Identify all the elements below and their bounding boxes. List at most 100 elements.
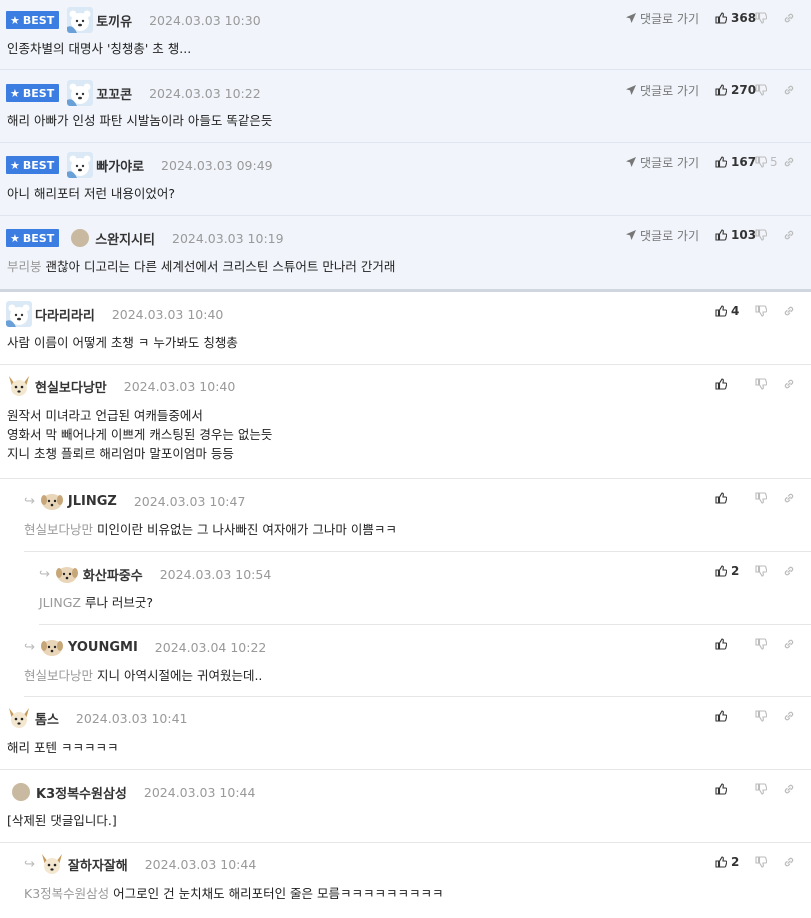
goto-comment-button[interactable]: 댓글로 가기: [625, 227, 699, 244]
copy-link-button[interactable]: [783, 12, 799, 24]
upvote-button[interactable]: 368: [715, 11, 756, 25]
downvote-button[interactable]: [755, 305, 783, 317]
upvote-button[interactable]: [715, 378, 755, 390]
comment-actions: 댓글로 가기 270: [625, 80, 799, 100]
avatar[interactable]: [38, 851, 65, 877]
author-nick[interactable]: 톰스: [35, 709, 59, 728]
avatar[interactable]: [6, 373, 32, 399]
downvote-button[interactable]: [755, 378, 783, 390]
thumbs-down-icon: [755, 492, 767, 504]
author-nick[interactable]: 화산파중수: [83, 565, 143, 584]
link-icon: [783, 156, 795, 168]
copy-link-button[interactable]: [783, 492, 799, 504]
comment-meta: ★ BEST 빠가야로 2024.03.03 09:49: [6, 152, 273, 178]
copy-link-button[interactable]: [783, 710, 799, 722]
comment-meta: 톰스 2024.03.03 10:41: [6, 705, 188, 731]
downvote-button[interactable]: [755, 856, 783, 868]
upvote-button[interactable]: 2: [715, 564, 755, 578]
author-nick[interactable]: YOUNGMI: [68, 640, 138, 655]
mention-nick[interactable]: 현실보다낭만: [24, 668, 93, 683]
comment-line: 영화서 막 빼어나게 이쁘게 캐스팅된 경우는 없는듯: [7, 427, 273, 442]
thumbs-up-icon: [715, 710, 727, 722]
avatar[interactable]: [12, 783, 30, 801]
upvote-button[interactable]: [715, 492, 755, 504]
upvote-button[interactable]: [715, 783, 755, 795]
downvote-button[interactable]: [755, 229, 783, 241]
comment-actions: [715, 634, 799, 654]
copy-link-button[interactable]: [783, 229, 799, 241]
author-nick[interactable]: K3정복수원삼성: [36, 783, 127, 802]
comment-text: 원작서 미녀라고 언급된 여캐들중에서 영화서 막 빼어나게 이쁘게 캐스팅된 …: [7, 406, 272, 463]
thumbs-up-icon: [715, 156, 727, 168]
thumbs-up-icon: [715, 565, 727, 577]
author-nick[interactable]: 빠가야로: [96, 156, 144, 175]
avatar[interactable]: [38, 488, 65, 514]
author-nick[interactable]: 잘하자잘해: [68, 855, 128, 874]
upvote-button[interactable]: [715, 638, 755, 650]
upvote-button[interactable]: 103: [715, 228, 756, 242]
downvote-button[interactable]: 5: [755, 155, 783, 169]
downvote-button[interactable]: [755, 84, 783, 96]
send-arrow-icon: [625, 229, 637, 241]
comment-date: 2024.03.03 10:44: [143, 784, 256, 800]
goto-comment-button[interactable]: 댓글로 가기: [625, 82, 699, 99]
mention-nick[interactable]: K3정복수원삼성: [24, 886, 109, 901]
comment-actions: 댓글로 가기 103: [625, 225, 799, 245]
comment-meta: 현실보다낭만 2024.03.03 10:40: [6, 373, 235, 399]
author-nick[interactable]: 다라리라리: [35, 305, 95, 324]
goto-comment-button[interactable]: 댓글로 가기: [625, 154, 699, 171]
upvote-button[interactable]: 167: [715, 155, 756, 169]
downvote-button[interactable]: [755, 492, 783, 504]
comment-body: 루나 러브굿?: [84, 595, 154, 610]
author-nick[interactable]: 현실보다낭만: [35, 377, 107, 396]
copy-link-button[interactable]: [783, 84, 799, 96]
thumbs-up-icon: [715, 378, 727, 390]
upvote-button[interactable]: [715, 710, 755, 722]
avatar[interactable]: [38, 634, 65, 660]
upvote-button[interactable]: 270: [715, 83, 756, 97]
upvote-button[interactable]: 4: [715, 304, 755, 318]
comment-body: 미인이란 비유없는 그 나사빠진 여자애가 그나마 이쁨ㅋㅋ: [97, 522, 397, 537]
upvote-button[interactable]: 2: [715, 855, 755, 869]
link-icon: [783, 638, 795, 650]
downvote-button[interactable]: [755, 565, 783, 577]
mention-nick[interactable]: 부리붕: [7, 259, 42, 274]
thumbs-up-icon: [715, 492, 727, 504]
thumbs-down-icon: [755, 378, 767, 390]
thumbs-down-icon: [755, 710, 767, 722]
link-icon: [783, 12, 795, 24]
author-nick[interactable]: 토끼유: [96, 11, 132, 30]
comment-row: 현실보다낭만 2024.03.03 10:40 원작서 미녀라고 언급된 여캐들…: [0, 365, 811, 479]
copy-link-button[interactable]: [783, 565, 799, 577]
downvote-button[interactable]: [755, 783, 783, 795]
thumbs-up-icon: [715, 638, 727, 650]
thumbs-down-icon: [755, 84, 767, 96]
avatar[interactable]: [6, 705, 32, 731]
downvote-button[interactable]: [755, 710, 783, 722]
avatar[interactable]: [67, 80, 94, 106]
avatar[interactable]: [53, 561, 80, 587]
avatar[interactable]: [6, 301, 32, 327]
copy-link-button[interactable]: [783, 378, 799, 390]
author-nick[interactable]: JLINGZ: [68, 494, 117, 509]
copy-link-button[interactable]: [783, 783, 799, 795]
downvote-button[interactable]: [755, 12, 783, 24]
avatar[interactable]: [67, 152, 94, 178]
reply-row: ↪ JLINGZ 2024.03.03 10:47 현실보다낭만 미인이란 비유없…: [24, 479, 811, 552]
copy-link-button[interactable]: [783, 856, 799, 868]
copy-link-button[interactable]: [783, 638, 799, 650]
copy-link-button[interactable]: [783, 156, 799, 168]
comment-date: 2024.03.03 10:40: [111, 306, 224, 322]
mention-nick[interactable]: JLINGZ: [39, 595, 81, 610]
author-nick[interactable]: 스완지시티: [95, 229, 155, 248]
mention-nick[interactable]: 현실보다낭만: [24, 522, 93, 537]
author-nick[interactable]: 꼬꼬콘: [96, 84, 132, 103]
avatar[interactable]: [67, 7, 94, 33]
goto-comment-button[interactable]: 댓글로 가기: [625, 10, 699, 27]
downvote-button[interactable]: [755, 638, 783, 650]
thumbs-up-icon: [715, 229, 727, 241]
avatar[interactable]: [71, 229, 90, 247]
comment-actions: 4: [715, 301, 799, 321]
thumbs-up-icon: [715, 84, 727, 96]
copy-link-button[interactable]: [783, 305, 799, 317]
